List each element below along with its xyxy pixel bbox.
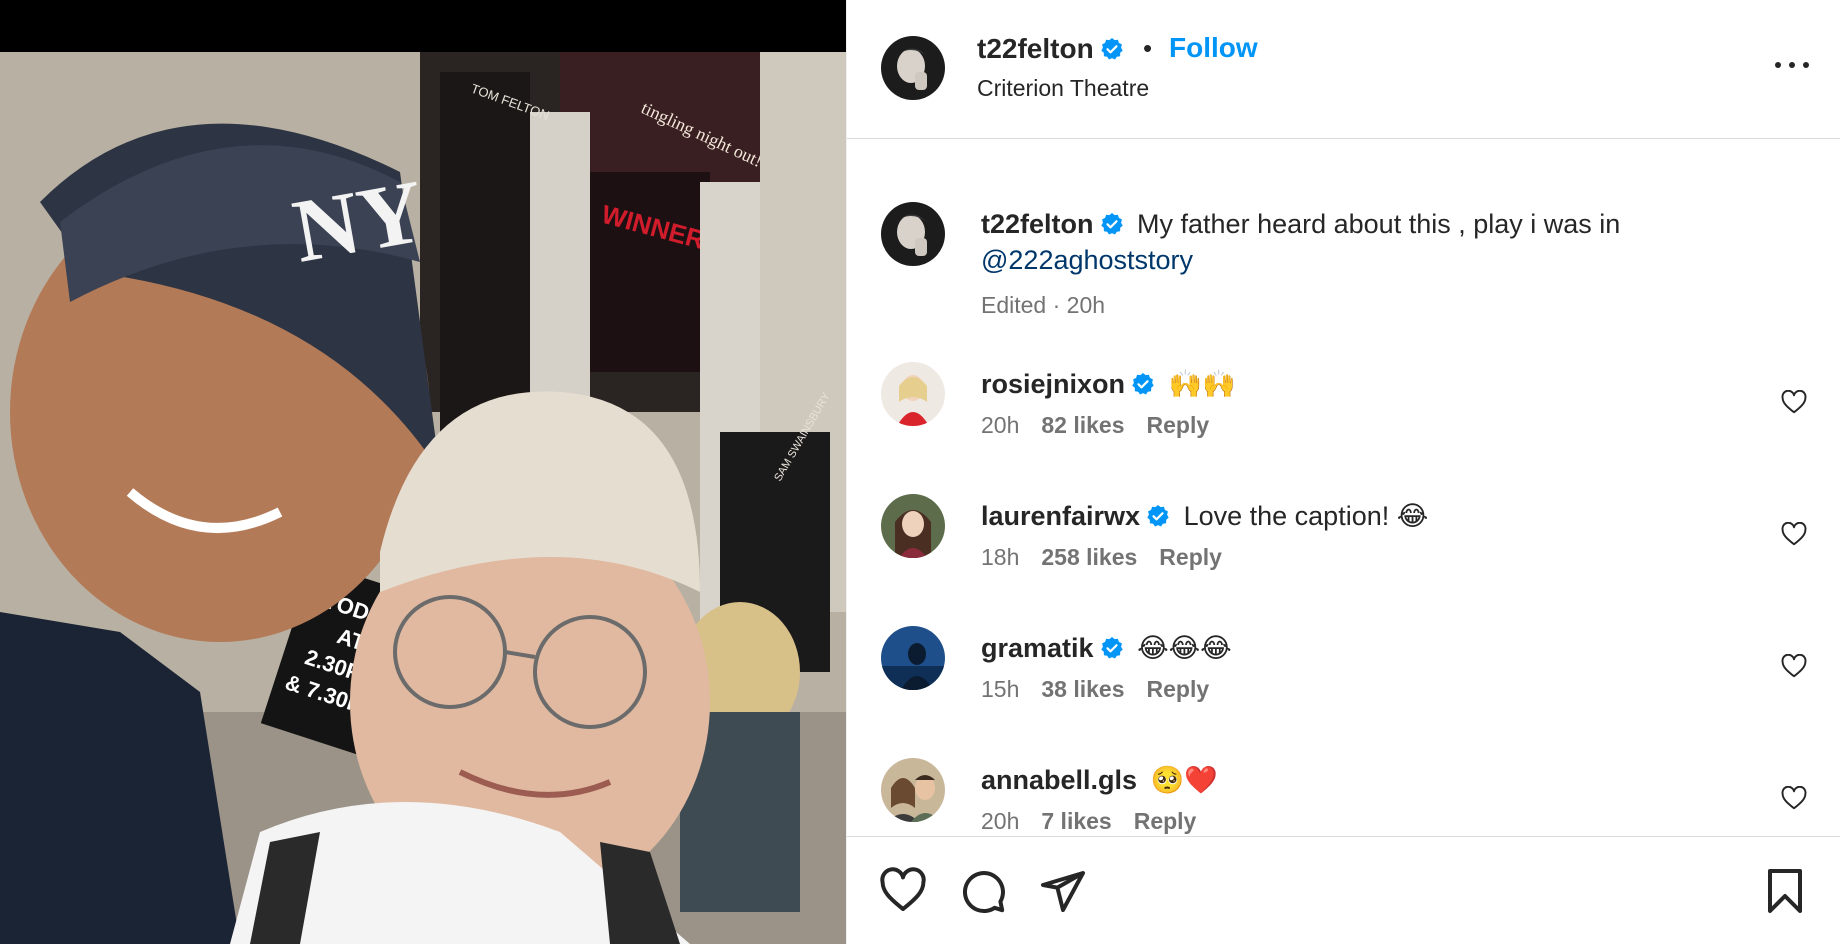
comment-likes[interactable]: 7 likes bbox=[1041, 808, 1111, 834]
comment-like-heart-icon[interactable] bbox=[1781, 654, 1807, 678]
comment-text: 😂😂😂 bbox=[1137, 633, 1232, 663]
comment-time: 15h bbox=[981, 676, 1020, 702]
comment-text: 🙌🙌 bbox=[1168, 369, 1236, 399]
author-avatar-image bbox=[881, 36, 945, 100]
photo-scene: tingling night out! WINNER! TOM FELTON S… bbox=[0, 52, 846, 944]
comment-username[interactable]: gramatik bbox=[981, 633, 1094, 663]
heart-outline-icon[interactable] bbox=[879, 867, 927, 915]
verified-badge-icon bbox=[1147, 505, 1169, 527]
comment-likes[interactable]: 82 likes bbox=[1041, 412, 1124, 438]
comments-list[interactable]: t22felton My father heard about this , p… bbox=[847, 140, 1840, 836]
comment-like-heart-icon[interactable] bbox=[1781, 390, 1807, 414]
caption-username[interactable]: t22felton bbox=[981, 209, 1094, 239]
commenter-avatar-image bbox=[881, 626, 945, 690]
verified-badge-icon bbox=[1100, 38, 1123, 60]
caption-mention-link[interactable]: @222aghoststory bbox=[981, 245, 1193, 275]
commenter-avatar-image bbox=[881, 494, 945, 558]
commenter-avatar-image bbox=[881, 758, 945, 822]
comment-like-heart-icon[interactable] bbox=[1781, 786, 1807, 810]
caption-avatar-image bbox=[881, 202, 945, 266]
comment-time: 18h bbox=[981, 544, 1020, 570]
post-location[interactable]: Criterion Theatre bbox=[977, 75, 1149, 102]
comment-like-heart-icon[interactable] bbox=[1781, 522, 1807, 546]
post-media[interactable]: tingling night out! WINNER! TOM FELTON S… bbox=[0, 0, 846, 944]
comment-time: 20h bbox=[981, 808, 1020, 834]
post-header: t22felton • Follow Criterion Theatre bbox=[847, 0, 1840, 139]
post-actions-bar bbox=[847, 836, 1840, 944]
ellipsis-icon[interactable] bbox=[1775, 58, 1809, 72]
comment-meta: 20h 82 likes Reply bbox=[981, 412, 1209, 439]
verified-badge-icon bbox=[1100, 637, 1123, 659]
commenter-avatar[interactable] bbox=[881, 758, 945, 822]
comment-text: 🥺❤️ bbox=[1150, 765, 1218, 795]
commenter-avatar[interactable] bbox=[881, 626, 945, 690]
caption-author-avatar[interactable] bbox=[881, 202, 945, 266]
bookmark-icon[interactable] bbox=[1761, 867, 1809, 915]
comment-text: Love the caption! 😂 bbox=[1183, 501, 1429, 531]
comment-bubble-icon[interactable] bbox=[959, 867, 1007, 915]
comment-likes[interactable]: 258 likes bbox=[1041, 544, 1137, 570]
header-separator: • bbox=[1143, 33, 1153, 63]
follow-button[interactable]: Follow bbox=[1169, 32, 1258, 64]
commenter-avatar-image bbox=[881, 362, 945, 426]
reply-button[interactable]: Reply bbox=[1147, 676, 1210, 702]
verified-badge-icon bbox=[1132, 373, 1154, 395]
comment-username[interactable]: rosiejnixon bbox=[981, 369, 1125, 399]
reply-button[interactable]: Reply bbox=[1147, 412, 1210, 438]
reply-button[interactable]: Reply bbox=[1159, 544, 1222, 570]
comment-likes[interactable]: 38 likes bbox=[1041, 676, 1124, 702]
comment-time: 20h bbox=[981, 412, 1020, 438]
paper-plane-icon[interactable] bbox=[1039, 867, 1087, 915]
commenter-avatar[interactable] bbox=[881, 494, 945, 558]
comment-username[interactable]: annabell.gls bbox=[981, 765, 1137, 795]
author-username[interactable]: t22felton bbox=[977, 33, 1124, 65]
verified-badge-icon bbox=[1100, 213, 1123, 235]
comment-username[interactable]: laurenfairwx bbox=[981, 501, 1140, 531]
post-photo[interactable]: tingling night out! WINNER! TOM FELTON S… bbox=[0, 52, 846, 944]
caption-text: My father heard about this , play i was … bbox=[1137, 209, 1621, 239]
comment-meta: 20h 7 likes Reply bbox=[981, 808, 1196, 835]
instagram-post-view: tingling night out! WINNER! TOM FELTON S… bbox=[0, 0, 1840, 944]
reply-button[interactable]: Reply bbox=[1134, 808, 1197, 834]
caption-meta: Edited · 20h bbox=[981, 292, 1106, 318]
post-side-panel: t22felton • Follow Criterion Theatre t22… bbox=[846, 0, 1840, 944]
author-avatar[interactable] bbox=[881, 36, 945, 100]
comment-meta: 15h 38 likes Reply bbox=[981, 676, 1209, 703]
commenter-avatar[interactable] bbox=[881, 362, 945, 426]
comment-meta: 18h 258 likes Reply bbox=[981, 544, 1222, 571]
